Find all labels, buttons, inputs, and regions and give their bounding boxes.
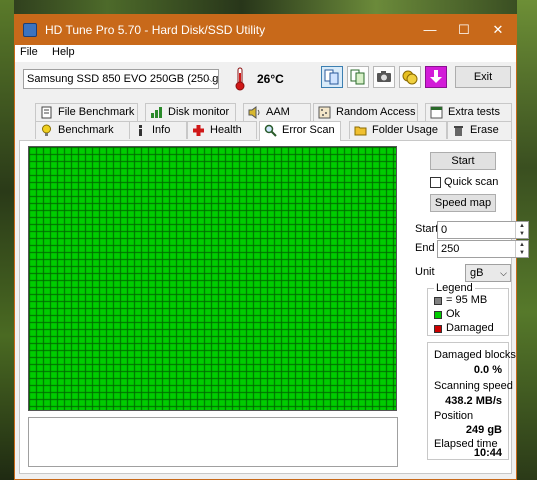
toolbar: Samsung SSD 850 EVO 250GB (250 gB) ⌵ 26°… bbox=[15, 62, 516, 100]
trash-icon bbox=[454, 126, 463, 136]
tab-aam[interactable]: AAM bbox=[243, 103, 311, 121]
download-button[interactable] bbox=[425, 66, 447, 88]
desktop-background-left bbox=[0, 0, 14, 480]
legend-label-ok: Ok bbox=[446, 308, 461, 320]
elapsed-time-value: 10:44 bbox=[473, 447, 502, 459]
start-button[interactable]: Start bbox=[430, 152, 496, 170]
camera-icon bbox=[377, 71, 391, 82]
tab-label: File Benchmark bbox=[58, 106, 135, 118]
thermometer-icon bbox=[235, 67, 245, 91]
menu-bar: File Help bbox=[15, 45, 516, 62]
donate-button[interactable] bbox=[399, 66, 421, 88]
legend-title: Legend bbox=[434, 282, 475, 294]
tab-label: Erase bbox=[470, 124, 499, 136]
tab-error-scan[interactable]: Error Scan bbox=[259, 121, 341, 141]
tab-label: Benchmark bbox=[58, 124, 114, 136]
legend: Legend = 95 MB Ok Damaged bbox=[427, 282, 509, 336]
app-icon bbox=[23, 23, 37, 37]
scanning-speed-value: 438.2 MB/s bbox=[445, 395, 502, 407]
scan-statistics: Damaged blocks 0.0 % Scanning speed 438.… bbox=[427, 342, 516, 460]
tab-label: Extra tests bbox=[448, 106, 500, 118]
title-bar[interactable]: HD Tune Pro 5.70 - Hard Disk/SSD Utility… bbox=[15, 15, 516, 45]
file-benchmark-icon bbox=[41, 106, 52, 119]
tab-disk-monitor[interactable]: Disk monitor bbox=[145, 103, 236, 121]
legend-label-block-size: = 95 MB bbox=[446, 294, 488, 306]
position-label: Position bbox=[434, 410, 474, 422]
drive-select-value: Samsung SSD 850 EVO 250GB (250 gB) bbox=[27, 73, 219, 85]
tab-folder-usage[interactable]: Folder Usage bbox=[349, 121, 447, 139]
tab-label: Random Access bbox=[336, 106, 416, 118]
unit-label: Unit bbox=[415, 266, 435, 278]
damaged-blocks-label: Damaged blocks bbox=[434, 349, 516, 361]
speed-map-button[interactable]: Speed map bbox=[430, 194, 496, 212]
end-field[interactable]: 250 ▲ ▼ bbox=[437, 240, 529, 258]
position-value: 249 gB bbox=[465, 424, 502, 436]
scanning-speed-label: Scanning speed bbox=[434, 380, 513, 392]
info-icon bbox=[139, 125, 142, 136]
tab-label: Disk monitor bbox=[168, 106, 230, 118]
unit-select[interactable]: gB ⌵ bbox=[465, 264, 511, 282]
random-access-icon bbox=[318, 106, 331, 119]
temperature-readout: 26°C bbox=[257, 72, 284, 86]
tab-row-top: File Benchmark Disk monitor AAM Random A… bbox=[15, 103, 516, 122]
copy-info-button[interactable] bbox=[321, 66, 343, 88]
tab-extra-tests[interactable]: Extra tests bbox=[425, 103, 512, 121]
speaker-icon bbox=[248, 106, 260, 119]
menu-help[interactable]: Help bbox=[52, 46, 75, 58]
quick-scan-checkbox[interactable] bbox=[430, 177, 441, 188]
legend-swatch-block-size bbox=[434, 297, 442, 305]
health-cross-icon bbox=[193, 125, 204, 136]
tab-label: Health bbox=[210, 124, 242, 136]
tab-health[interactable]: Health bbox=[187, 121, 257, 139]
menu-file[interactable]: File bbox=[20, 46, 38, 58]
spin-arrows-icon[interactable]: ▲ ▼ bbox=[515, 222, 528, 238]
download-icon bbox=[430, 70, 442, 83]
screenshot-button[interactable] bbox=[373, 66, 395, 88]
copy-report-icon bbox=[350, 69, 365, 85]
copy-report-button[interactable] bbox=[347, 66, 369, 88]
tab-label: Error Scan bbox=[282, 124, 335, 136]
end-field-value: 250 bbox=[441, 243, 460, 255]
start-field-value: 0 bbox=[441, 224, 448, 236]
drive-select[interactable]: Samsung SSD 850 EVO 250GB (250 gB) ⌵ bbox=[23, 69, 219, 89]
legend-swatch-ok bbox=[434, 311, 442, 319]
unit-select-value: gB bbox=[470, 267, 484, 279]
tab-label: Info bbox=[152, 124, 171, 136]
tab-label: AAM bbox=[266, 106, 290, 118]
tab-row-bottom: Benchmark Info Health Error Scan Folder … bbox=[15, 121, 516, 141]
start-field[interactable]: 0 ▲ ▼ bbox=[437, 221, 529, 239]
maximize-button[interactable]: ☐ bbox=[447, 15, 481, 45]
exit-button[interactable]: Exit bbox=[455, 66, 511, 88]
tab-info[interactable]: Info bbox=[129, 121, 187, 139]
legend-label-damaged: Damaged bbox=[446, 322, 494, 334]
block-map bbox=[28, 146, 397, 411]
legend-swatch-damaged bbox=[434, 325, 442, 333]
spin-arrows-icon[interactable]: ▲ ▼ bbox=[515, 241, 528, 257]
extra-tests-icon bbox=[430, 106, 443, 119]
coins-icon bbox=[402, 70, 418, 85]
tab-label: Folder Usage bbox=[372, 124, 439, 136]
tab-erase[interactable]: Erase bbox=[447, 121, 512, 139]
tab-file-benchmark[interactable]: File Benchmark bbox=[35, 103, 138, 121]
magnifier-icon bbox=[264, 124, 277, 137]
folder-icon bbox=[354, 126, 367, 136]
scan-log[interactable] bbox=[28, 417, 398, 467]
close-button[interactable]: ✕ bbox=[481, 15, 515, 45]
error-scan-panel: Start Quick scan Speed map Start 0 ▲ ▼ En… bbox=[19, 140, 529, 474]
damaged-blocks-value: 0.0 % bbox=[473, 364, 502, 376]
app-window: HD Tune Pro 5.70 - Hard Disk/SSD Utility… bbox=[14, 14, 529, 480]
chevron-down-icon: ⌵ bbox=[500, 268, 507, 278]
copy-info-icon bbox=[324, 69, 339, 85]
quick-scan-label: Quick scan bbox=[444, 176, 499, 188]
minimize-button[interactable]: — bbox=[413, 15, 447, 45]
block-map-canvas bbox=[29, 147, 396, 410]
start-field-label: Start bbox=[415, 223, 439, 235]
window-title: HD Tune Pro 5.70 - Hard Disk/SSD Utility bbox=[45, 23, 266, 37]
chevron-down-icon: ⌵ bbox=[208, 74, 215, 84]
tab-random-access[interactable]: Random Access bbox=[313, 103, 418, 121]
tab-benchmark[interactable]: Benchmark bbox=[35, 121, 131, 139]
bulb-icon bbox=[42, 124, 51, 136]
end-field-label: End bbox=[415, 242, 435, 254]
disk-monitor-icon bbox=[151, 107, 162, 118]
